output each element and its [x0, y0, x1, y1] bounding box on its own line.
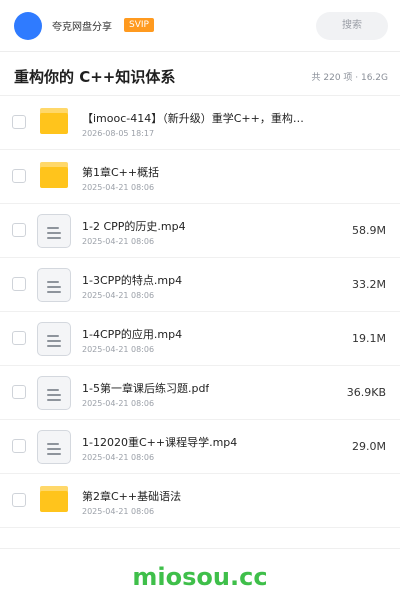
select-checkbox[interactable]: [12, 439, 26, 453]
file-icon: [37, 214, 71, 248]
list-item[interactable]: 1-3CPP的特点.mp4 2025-04-21 08:06 33.2M: [0, 258, 400, 312]
file-date: 2025-04-21 08:06: [82, 183, 155, 192]
list-item[interactable]: 1-12020重C++课程导学.mp4 2025-04-21 08:06 29.…: [0, 420, 400, 474]
folder-meta: 共 220 项 · 16.2G: [311, 73, 389, 83]
folder-icon: [40, 486, 68, 512]
file-name: 1-5第一章课后练习题.pdf: [82, 382, 210, 395]
list-item[interactable]: 1-2 CPP的历史.mp4 2025-04-21 08:06 58.9M: [0, 204, 400, 258]
file-name: 1-4CPP的应用.mp4: [82, 328, 183, 341]
list-item[interactable]: 第2章C++基础语法 2025-04-21 08:06: [0, 474, 400, 528]
file-name: 1-2 CPP的历史.mp4: [82, 220, 186, 233]
select-checkbox[interactable]: [12, 115, 26, 129]
file-name: 第2章C++基础语法: [82, 490, 182, 503]
app-header: 夸克网盘分享 SVIP 搜索: [0, 0, 400, 52]
file-name: 1-3CPP的特点.mp4: [82, 274, 183, 287]
select-checkbox[interactable]: [12, 277, 26, 291]
select-checkbox[interactable]: [12, 331, 26, 345]
list-item[interactable]: 1-4CPP的应用.mp4 2025-04-21 08:06 19.1M: [0, 312, 400, 366]
select-checkbox[interactable]: [12, 385, 26, 399]
title-bar: 重构你的 C++知识体系 共 220 项 · 16.2G: [0, 52, 400, 96]
select-checkbox[interactable]: [12, 223, 26, 237]
file-date: 2025-04-21 08:06: [82, 345, 155, 354]
file-size: 33.2M: [352, 278, 386, 291]
page-title: 重构你的 C++知识体系: [14, 68, 176, 86]
folder-icon: [40, 162, 68, 188]
file-date: 2025-04-21 08:06: [82, 237, 155, 246]
list-item[interactable]: 1-5第一章课后练习题.pdf 2025-04-21 08:06 36.9KB: [0, 366, 400, 420]
watermark-logo: miosou.cc: [132, 563, 268, 591]
file-name: 【imooc-414】（新升级）重学C++，重构…: [82, 112, 304, 125]
file-icon: [37, 430, 71, 464]
file-name: 1-12020重C++课程导学.mp4: [82, 436, 238, 449]
file-size: 58.9M: [352, 224, 386, 237]
file-icon: [37, 376, 71, 410]
file-date: 2025-04-21 08:06: [82, 453, 155, 462]
search-input[interactable]: 搜索: [316, 12, 388, 40]
select-checkbox[interactable]: [12, 169, 26, 183]
select-checkbox[interactable]: [12, 493, 26, 507]
file-size: 19.1M: [352, 332, 386, 345]
avatar[interactable]: [14, 12, 42, 40]
list-item[interactable]: 【imooc-414】（新升级）重学C++，重构… 2026-08-05 18:…: [0, 96, 400, 150]
folder-icon: [40, 108, 68, 134]
footer-divider: [0, 548, 400, 549]
file-date: 2025-04-21 08:06: [82, 507, 155, 516]
brand-label: 夸克网盘分享: [52, 22, 112, 33]
svip-badge[interactable]: SVIP: [124, 18, 154, 32]
file-list: 【imooc-414】（新升级）重学C++，重构… 2026-08-05 18:…: [0, 96, 400, 528]
list-item[interactable]: 第1章C++概括 2025-04-21 08:06: [0, 150, 400, 204]
file-name: 第1章C++概括: [82, 166, 160, 179]
file-date: 2025-04-21 08:06: [82, 399, 155, 408]
file-size: 29.0M: [352, 440, 386, 453]
file-icon: [37, 268, 71, 302]
file-icon: [37, 322, 71, 356]
file-date: 2025-04-21 08:06: [82, 291, 155, 300]
file-size: 36.9KB: [346, 386, 386, 399]
file-date: 2026-08-05 18:17: [82, 129, 155, 138]
